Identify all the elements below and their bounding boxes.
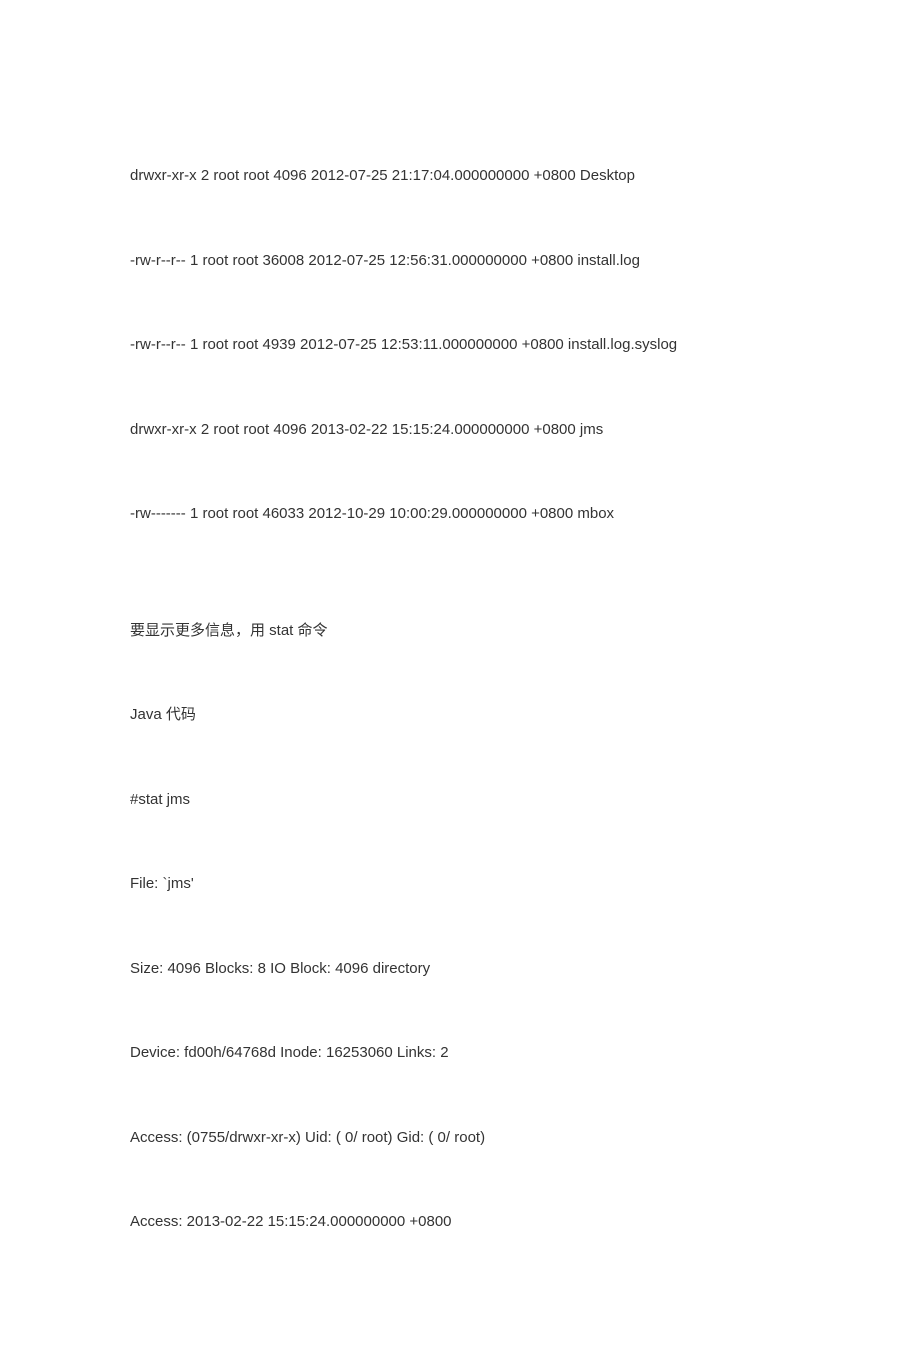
code-label: Java 代码 (130, 704, 790, 727)
spacer (130, 455, 790, 503)
stat-device: Device: fd00h/64768d Inode: 16253060 Lin… (130, 1042, 790, 1065)
document-page: drwxr-xr-x 2 root root 4096 2012-07-25 2… (0, 0, 920, 1348)
stat-file: File: `jms' (130, 873, 790, 896)
stat-access-perms: Access: (0755/drwxr-xr-x) Uid: ( 0/ root… (130, 1127, 790, 1150)
spacer (130, 825, 790, 873)
stat-size: Size: 4096 Blocks: 8 IO Block: 4096 dire… (130, 958, 790, 981)
spacer (130, 656, 790, 704)
stat-command: #stat jms (130, 789, 790, 812)
spacer (130, 994, 790, 1042)
ls-line-jms: drwxr-xr-x 2 root root 4096 2013-02-22 1… (130, 419, 790, 442)
spacer (130, 910, 790, 958)
ls-line-mbox: -rw------- 1 root root 46033 2012-10-29 … (130, 503, 790, 526)
spacer (130, 1163, 790, 1211)
ls-line-install-log-syslog: -rw-r--r-- 1 root root 4939 2012-07-25 1… (130, 334, 790, 357)
ls-line-desktop: drwxr-xr-x 2 root root 4096 2012-07-25 2… (130, 165, 790, 188)
spacer (130, 1079, 790, 1127)
spacer (130, 286, 790, 334)
spacer (130, 371, 790, 419)
spacer (130, 202, 790, 250)
ls-line-install-log: -rw-r--r-- 1 root root 36008 2012-07-25 … (130, 250, 790, 273)
stat-access-time: Access: 2013-02-22 15:15:24.000000000 +0… (130, 1211, 790, 1234)
spacer (130, 540, 790, 620)
stat-note: 要显示更多信息，用 stat 命令 (130, 620, 790, 643)
spacer (130, 741, 790, 789)
